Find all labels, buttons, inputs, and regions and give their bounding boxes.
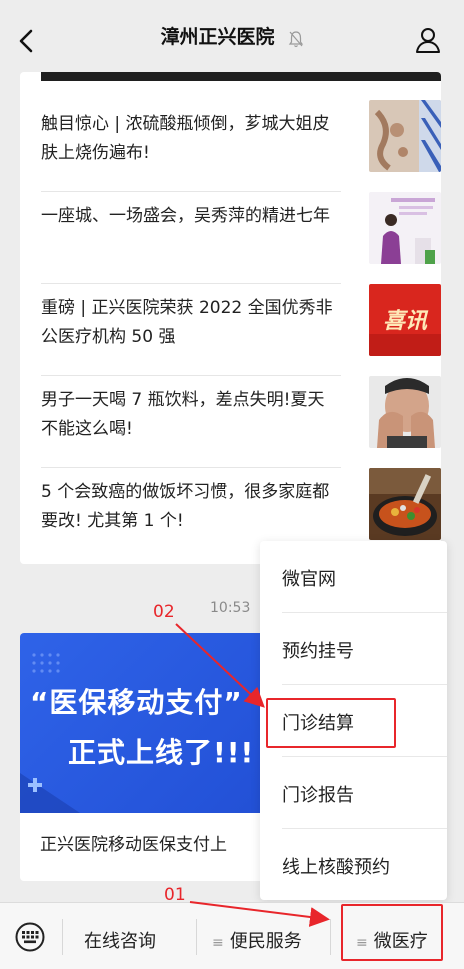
mute-bell-icon <box>288 30 303 47</box>
tab-label: 在线咨询 <box>84 931 156 952</box>
article-thumbnail <box>369 376 441 448</box>
article-item[interactable]: 男子一天喝 7 瓶饮料，差点失明!夏天不能这么喝! <box>41 376 441 468</box>
article-title: 重磅 | 正兴医院荣获 2022 全国优秀非公医疗机构 50 强 <box>41 298 333 347</box>
submenu-indicator-icon: ≡ <box>212 935 224 951</box>
nav-bar: 漳州正兴医院 <box>0 0 464 80</box>
tab-label: 便民服务 <box>229 931 302 952</box>
thumbnail-caption: 喜讯 <box>383 309 429 334</box>
tab-convenience-services[interactable]: ≡ 便民服务 <box>212 927 302 953</box>
tab-online-consult[interactable]: 在线咨询 <box>84 927 156 953</box>
keyboard-icon[interactable] <box>14 922 46 952</box>
menu-item-label: 预约挂号 <box>282 641 354 662</box>
banner-line-1: “医保移动支付” <box>30 686 243 719</box>
article-item[interactable]: 触目惊心 | 浓硫酸瓶倾倒，芗城大姐皮肤上烧伤遍布! <box>41 100 441 192</box>
page-title: 漳州正兴医院 <box>160 26 275 48</box>
menu-item-label: 微官网 <box>282 569 336 590</box>
title-wrap: 漳州正兴医院 <box>0 22 464 49</box>
message-timestamp: 10:53 <box>210 600 251 616</box>
banner-line-2: 正式上线了!!! <box>68 736 255 769</box>
menu-item-label: 线上核酸预约 <box>282 857 390 878</box>
article-title: 一座城、一场盛会，吴秀萍的精进七年 <box>41 206 330 226</box>
divider <box>62 919 63 955</box>
highlight-box-outpatient-payment <box>266 698 396 748</box>
article-thumbnail <box>369 192 441 264</box>
article-title: 5 个会致癌的做饭坏习惯，很多家庭都要改! 尤其第 1 个! <box>41 482 330 531</box>
menu-item-label: 门诊报告 <box>282 785 354 806</box>
user-profile-icon[interactable] <box>414 26 442 54</box>
promo-caption: 正兴医院移动医保支付上 <box>40 835 227 855</box>
previous-image-bottom-edge <box>41 72 441 81</box>
highlight-box-micro-medical <box>341 904 443 961</box>
article-thumbnail: 喜讯 <box>369 284 441 356</box>
article-title: 触目惊心 | 浓硫酸瓶倾倒，芗城大姐皮肤上烧伤遍布! <box>41 114 330 163</box>
menu-item-nucleic-test-booking[interactable]: 线上核酸预约 <box>260 829 447 901</box>
menu-item-official-site[interactable]: 微官网 <box>260 541 447 613</box>
annotation-step-1: 01 <box>164 885 186 905</box>
article-title: 男子一天喝 7 瓶饮料，差点失明!夏天不能这么喝! <box>41 390 325 439</box>
annotation-step-2: 02 <box>153 602 175 622</box>
article-item[interactable]: 一座城、一场盛会，吴秀萍的精进七年 <box>41 192 441 284</box>
article-thumbnail <box>369 468 441 540</box>
article-list-card: 触目惊心 | 浓硫酸瓶倾倒，芗城大姐皮肤上烧伤遍布! 一座城、一场盛会，吴秀萍的… <box>20 72 441 564</box>
divider <box>330 919 331 955</box>
divider <box>196 919 197 955</box>
article-item[interactable]: 重磅 | 正兴医院荣获 2022 全国优秀非公医疗机构 50 强 喜讯 <box>41 284 441 376</box>
menu-item-outpatient-report[interactable]: 门诊报告 <box>260 757 447 829</box>
article-thumbnail <box>369 100 441 172</box>
menu-item-appointment[interactable]: 预约挂号 <box>260 613 447 685</box>
